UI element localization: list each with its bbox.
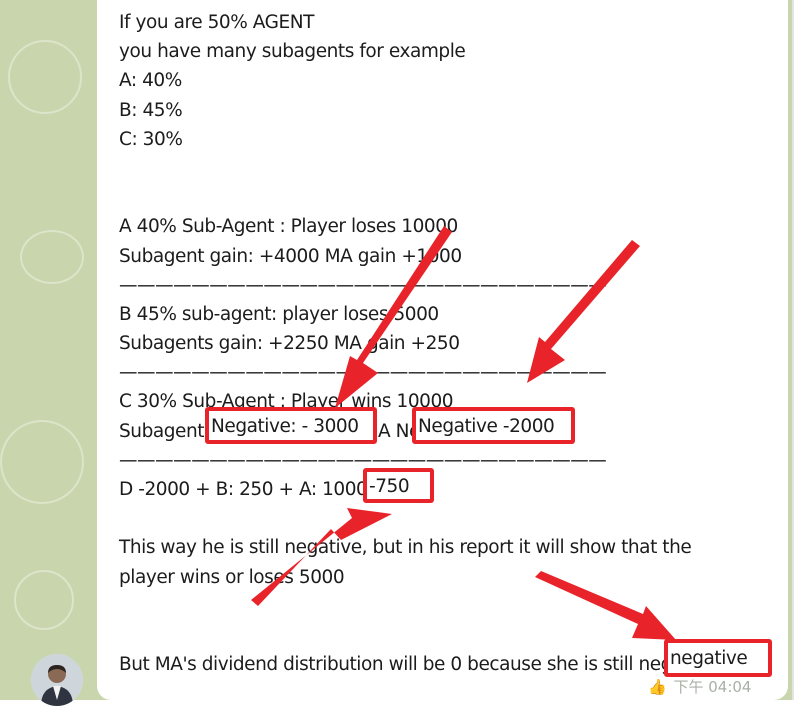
red-arrow xyxy=(527,240,640,383)
red-arrow xyxy=(335,226,452,408)
red-arrow xyxy=(535,571,676,640)
red-arrow xyxy=(251,508,392,606)
annotation-arrows xyxy=(251,226,676,640)
